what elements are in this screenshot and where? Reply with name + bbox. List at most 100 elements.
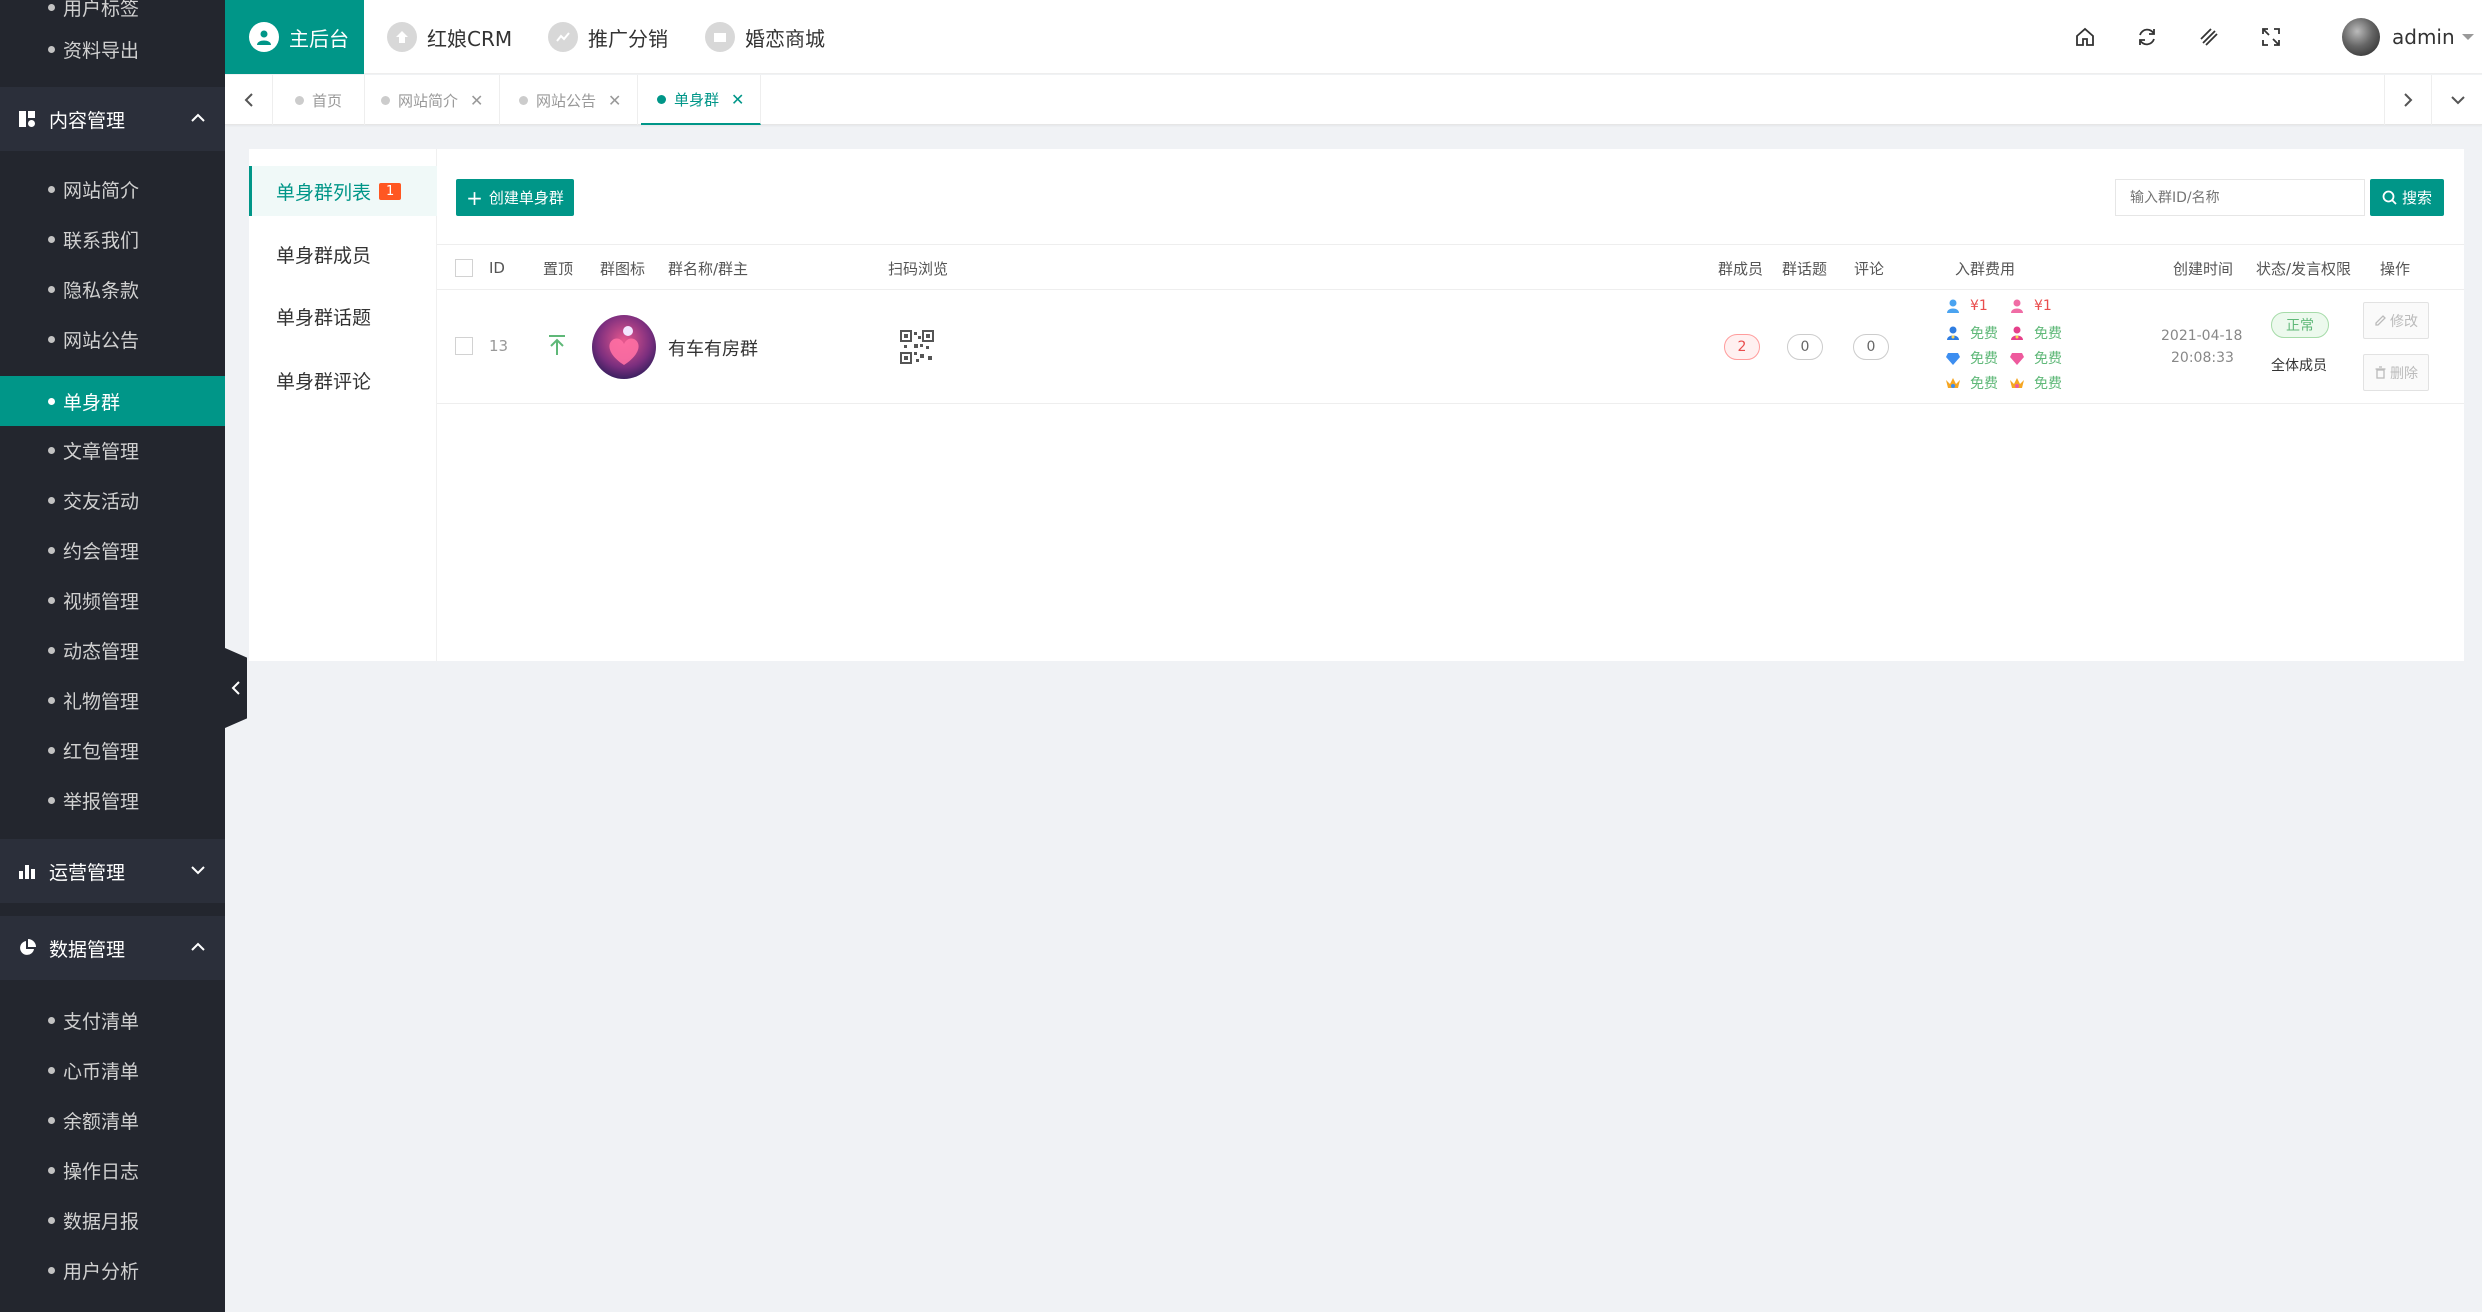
sidebar-item-reports[interactable]: 举报管理	[0, 775, 225, 825]
sidebar-item-label: 举报管理	[63, 790, 140, 813]
username: admin	[2392, 25, 2455, 49]
content-card: 单身群列表 1 单身群成员 单身群话题 单身群评论 + 创建单身群 搜索 ID …	[249, 149, 2464, 661]
comments-count[interactable]: 0	[1853, 334, 1889, 360]
diamond-blue-icon	[1945, 350, 1961, 366]
header-created: 创建时间	[2173, 259, 2234, 278]
close-icon[interactable]: ✕	[470, 91, 483, 110]
sidebar-item-announcement[interactable]: 网站公告	[0, 314, 225, 364]
sidebar-item-dates[interactable]: 约会管理	[0, 525, 225, 575]
sidebar-item-singles-group[interactable]: 单身群	[0, 376, 225, 426]
tab-home[interactable]: 首页	[273, 75, 366, 125]
sidebar-group-ops[interactable]: 运营管理	[0, 839, 225, 903]
sidebar-item-red-packets[interactable]: 红包管理	[0, 725, 225, 775]
user-menu[interactable]: admin	[2342, 0, 2475, 74]
checkbox[interactable]	[455, 259, 473, 277]
topnav-main-dashboard[interactable]: 主后台	[225, 0, 364, 74]
trash-icon	[2375, 366, 2386, 379]
sidebar-item-user-analysis[interactable]: 用户分析	[0, 1245, 225, 1295]
create-label: 创建单身群	[488, 189, 564, 207]
fee-male: ¥1	[1945, 298, 2009, 314]
header-id: ID	[489, 259, 505, 277]
sidebar-item-videos[interactable]: 视频管理	[0, 575, 225, 625]
tabs-scroll-left-button[interactable]	[225, 75, 273, 125]
delete-button[interactable]: 删除	[2363, 354, 2429, 391]
tab-announcement[interactable]: 网站公告 ✕	[503, 75, 639, 125]
tab-dot-icon	[295, 95, 304, 105]
tab-site-intro[interactable]: 网站简介 ✕	[365, 75, 501, 125]
sidebar-item-label: 文章管理	[63, 440, 140, 463]
search-icon	[2382, 190, 2397, 205]
sidebar-item-payments[interactable]: 支付清单	[0, 995, 225, 1045]
topnav-crm[interactable]: 红娘CRM	[387, 0, 512, 74]
topnav-distribution[interactable]: 推广分销	[548, 0, 668, 74]
sidebar-item-balance[interactable]: 余额清单	[0, 1095, 225, 1145]
create-group-button[interactable]: + 创建单身群	[456, 179, 574, 216]
top-header: 主后台 红娘CRM 推广分销 婚恋商城 admin	[225, 0, 2482, 74]
sidebar-group-content[interactable]: 内容管理	[0, 87, 225, 151]
sidebar-collapse-toggle[interactable]	[225, 648, 247, 728]
sidebar-group-data[interactable]: 数据管理	[0, 916, 225, 980]
sidebar-item-label: 网站简介	[63, 179, 140, 202]
sidebar-item-monthly[interactable]: 数据月报	[0, 1195, 225, 1245]
close-icon[interactable]: ✕	[731, 90, 744, 109]
fullscreen-icon[interactable]	[2240, 0, 2302, 74]
search-input[interactable]	[2115, 179, 2365, 216]
subnav-group-comments[interactable]: 单身群评论	[249, 355, 437, 405]
sidebar-item-label: 联系我们	[63, 229, 140, 252]
sidebar-item-coins[interactable]: 心币清单	[0, 1045, 225, 1095]
subnav-group-members[interactable]: 单身群成员	[249, 229, 437, 279]
tabs-scroll-right-button[interactable]	[2384, 75, 2432, 125]
topics-count[interactable]: 0	[1787, 334, 1823, 360]
sidebar-item-label: 约会管理	[63, 540, 140, 563]
tab-label: 单身群	[674, 90, 720, 109]
edit-icon	[2375, 315, 2386, 326]
clear-cache-icon[interactable]	[2178, 0, 2240, 74]
bullet-icon	[48, 1066, 55, 1074]
qr-code-icon[interactable]	[900, 330, 934, 364]
topnav-mall[interactable]: 婚恋商城	[705, 0, 825, 74]
pin-top-icon[interactable]	[547, 334, 567, 356]
table-row: 13 有车有房群 2 0 0 ¥1 ¥1 免费 免费 免费 免费 免费 免费 2…	[437, 290, 2464, 404]
bullet-icon	[48, 1116, 55, 1124]
tabs-menu-button[interactable]	[2434, 75, 2482, 125]
bullet-icon	[48, 446, 55, 454]
sidebar-item-privacy[interactable]: 隐私条款	[0, 264, 225, 314]
sidebar-item-label: 用户分析	[63, 1260, 140, 1283]
chevron-right-icon	[2404, 93, 2413, 107]
refresh-icon[interactable]	[2116, 0, 2178, 74]
home-icon[interactable]	[2054, 0, 2116, 74]
subnav-group-list[interactable]: 单身群列表 1	[249, 166, 437, 216]
sidebar-group-label: 内容管理	[49, 109, 126, 132]
checkbox[interactable]	[455, 337, 473, 355]
fee-vip-female: 免费	[2009, 323, 2073, 343]
close-icon[interactable]: ✕	[608, 91, 621, 110]
header-members: 群成员	[1718, 259, 1764, 278]
tab-singles-group[interactable]: 单身群 ✕	[641, 75, 762, 125]
row-checkbox[interactable]	[455, 337, 473, 355]
sidebar-group-label: 运营管理	[49, 861, 126, 884]
bullet-icon	[48, 496, 55, 504]
sidebar-item-site-intro[interactable]: 网站简介	[0, 164, 225, 214]
tab-dot-icon	[381, 95, 390, 105]
sidebar-item-label: 操作日志	[63, 1160, 140, 1183]
bullet-icon	[48, 1016, 55, 1024]
search-button[interactable]: 搜索	[2370, 179, 2444, 216]
sidebar-item-contact[interactable]: 联系我们	[0, 214, 225, 264]
sidebar-item-articles[interactable]: 文章管理	[0, 425, 225, 475]
tab-dot-icon	[519, 95, 528, 105]
members-count[interactable]: 2	[1724, 334, 1760, 360]
bullet-icon	[48, 646, 55, 654]
sidebar-item-moments[interactable]: 动态管理	[0, 625, 225, 675]
sidebar-item-events[interactable]: 交友活动	[0, 475, 225, 525]
sidebar-item-data-export[interactable]: 资料导出	[0, 24, 225, 74]
fee-value: 免费	[2034, 376, 2062, 392]
fee-diamond-male: 免费	[1945, 348, 2009, 368]
topnav-label: 推广分销	[588, 26, 668, 51]
edit-button[interactable]: 修改	[2363, 302, 2429, 339]
chevron-down-icon	[189, 861, 207, 884]
bar-chart-icon	[17, 861, 37, 881]
sidebar-item-oplog[interactable]: 操作日志	[0, 1145, 225, 1195]
select-all-checkbox[interactable]	[455, 245, 473, 291]
subnav-group-topics[interactable]: 单身群话题	[249, 291, 437, 341]
sidebar-item-gifts[interactable]: 礼物管理	[0, 675, 225, 725]
